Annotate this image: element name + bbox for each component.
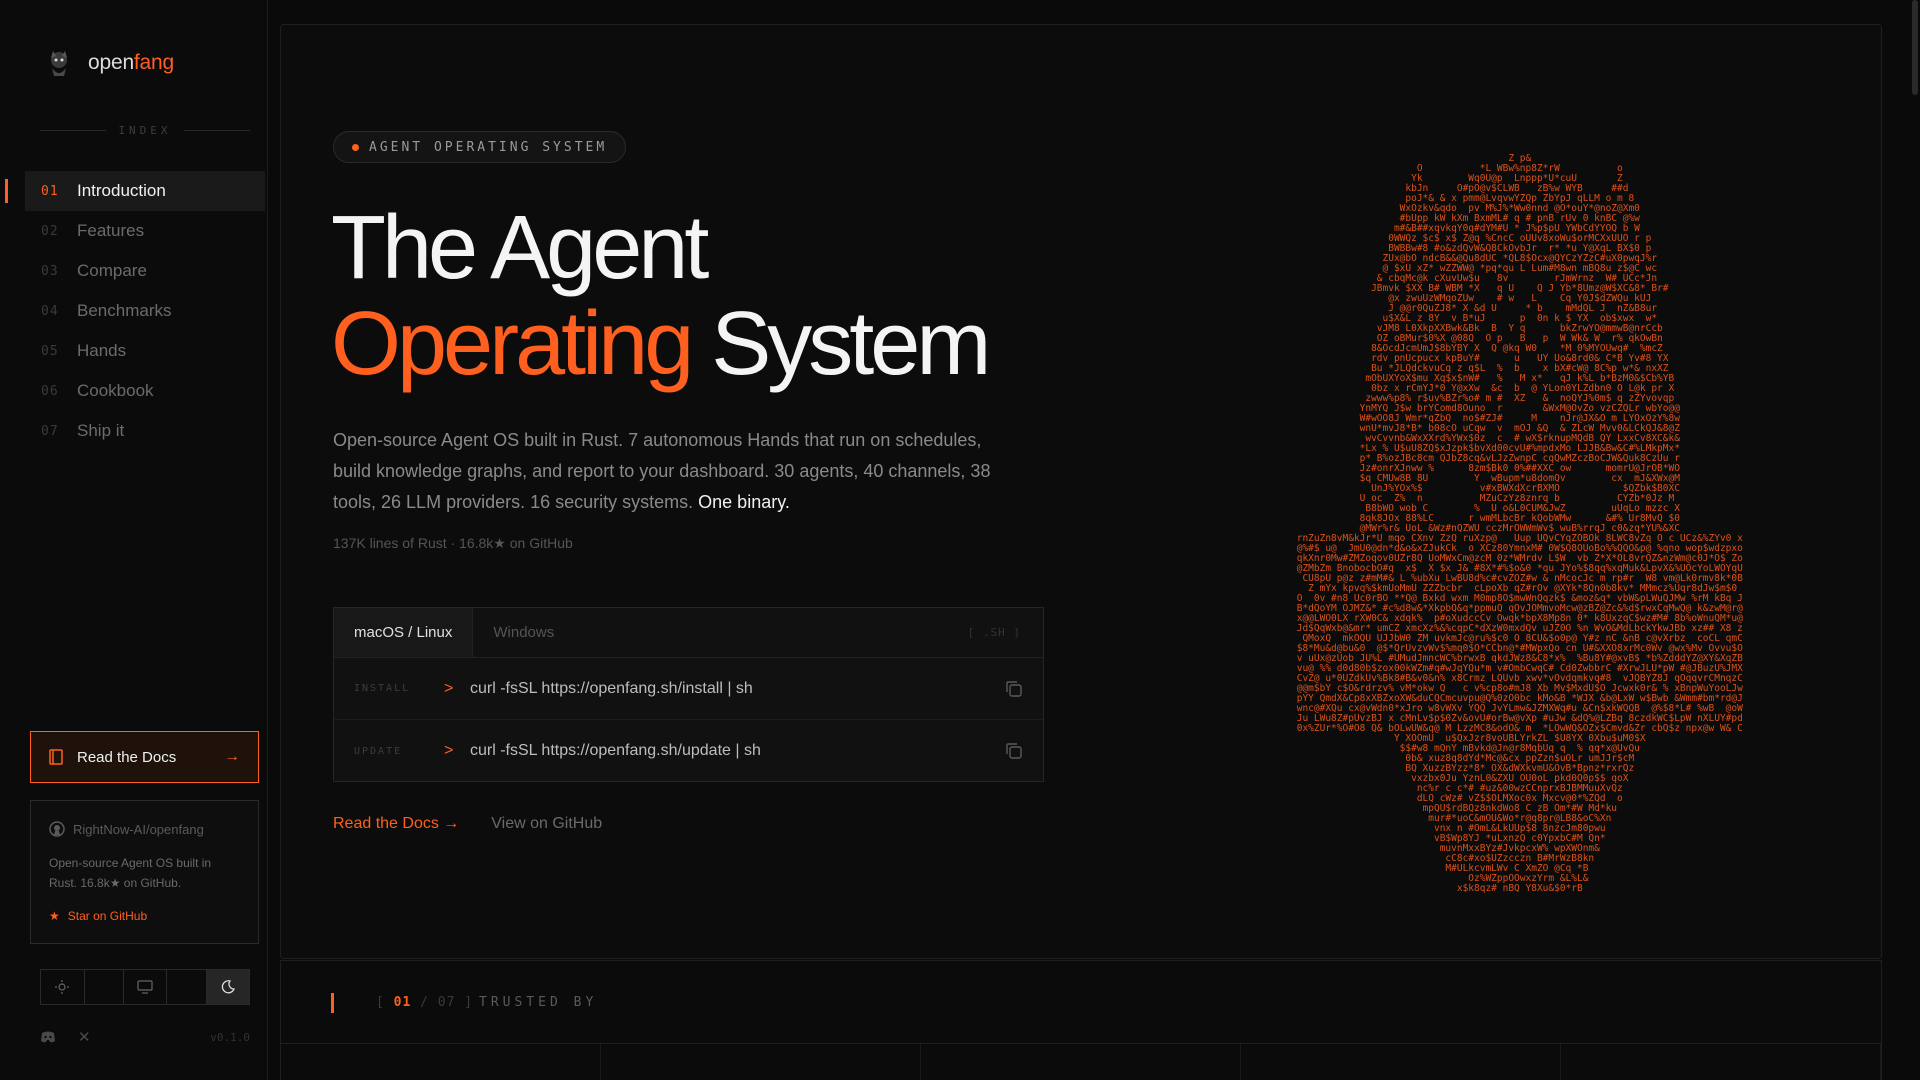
nav-num: 07 <box>41 423 59 439</box>
read-docs-button[interactable]: Read the Docs → <box>30 731 259 783</box>
nav-label: Compare <box>77 261 147 280</box>
sidebar-item-compare[interactable]: 03 Compare <box>25 251 265 291</box>
title-accent: Operating <box>331 294 694 394</box>
theme-system-button[interactable] <box>124 970 168 1004</box>
nav-label: Benchmarks <box>77 301 172 320</box>
arrow-right-icon: → <box>224 748 240 765</box>
counter-total: / 07 ] <box>420 995 474 1010</box>
hero-section: AGENT OPERATING SYSTEM The Agent Operati… <box>280 24 1882 959</box>
sidebar-nav: 01 Introduction 02 Features 03 Compare 04 Be… <box>5 171 265 451</box>
theme-spacer <box>167 970 207 1004</box>
read-docs-label: Read the Docs <box>77 748 177 766</box>
brand-name: openfang <box>88 51 174 74</box>
hero-description: Open-source Agent OS built in Rust. 7 au… <box>333 425 1023 518</box>
moon-icon <box>221 980 235 994</box>
badge-dot <box>352 143 359 151</box>
github-repo-name: RightNow-AI/openfang <box>73 821 204 837</box>
counter-open: [ <box>376 995 394 1010</box>
github-icon <box>49 821 65 837</box>
book-icon <box>49 749 63 765</box>
index-separator: INDEX <box>40 124 250 137</box>
section-marker <box>331 993 334 1013</box>
sidebar-item-benchmarks[interactable]: 04 Benchmarks <box>25 291 265 331</box>
shell-label: [ .SH ] <box>967 626 1021 639</box>
trusted-by-section: [ 01 / 07 ] TRUSTED BY <box>280 960 1882 1080</box>
nav-label: Introduction <box>77 181 166 200</box>
nav-num: 04 <box>41 303 59 319</box>
sidebar-item-features[interactable]: 02 Features <box>25 211 265 251</box>
hero-links: Read the Docs → View on GitHub <box>333 815 602 833</box>
nav-label: Hands <box>77 341 127 360</box>
sidebar-item-ship-it[interactable]: 07 Ship it <box>25 411 265 451</box>
update-command[interactable]: curl -fsSL https://openfang.sh/update | … <box>470 742 1005 760</box>
title-line-1: The Agent <box>331 198 709 298</box>
section-label: TRUSTED BY <box>479 995 598 1010</box>
section-counter: [ 01 / 07 ] <box>376 995 473 1010</box>
prompt-glyph: > <box>444 679 454 697</box>
nav-num: 02 <box>41 223 59 239</box>
page-scrollbar[interactable] <box>1910 0 1920 1080</box>
sidebar-footer: ✕ v0.1.0 <box>40 1028 250 1046</box>
monitor-icon <box>137 980 153 994</box>
github-description: Open-source Agent OS built in Rust. 16.8… <box>49 856 212 890</box>
wolf-logo-icon <box>51 51 67 76</box>
copy-icon[interactable] <box>1005 742 1023 760</box>
nav-num: 03 <box>41 263 59 279</box>
index-label: INDEX <box>118 124 172 137</box>
x-icon[interactable]: ✕ <box>78 1028 91 1046</box>
counter-current: 01 <box>393 995 412 1010</box>
sidebar-item-introduction[interactable]: 01 Introduction <box>5 171 265 211</box>
badge-label: AGENT OPERATING SYSTEM <box>369 139 608 155</box>
nav-label: Features <box>77 221 145 240</box>
nav-label: Cookbook <box>77 381 154 400</box>
version-label: v0.1.0 <box>210 1030 250 1044</box>
row-label: UPDATE <box>354 745 403 757</box>
github-repo-link[interactable]: RightNow-AI/openfang <box>49 821 240 837</box>
theme-spacer <box>85 970 124 1004</box>
star-icon: ★ <box>49 909 60 923</box>
install-terminal: macOS / Linux Windows [ .SH ] INSTALL > … <box>333 607 1044 782</box>
tab-windows[interactable]: Windows <box>473 608 574 657</box>
prompt-glyph: > <box>444 742 454 759</box>
theme-dark-button[interactable] <box>206 970 249 1004</box>
install-command[interactable]: curl -fsSL https://openfang.sh/install |… <box>470 680 1005 698</box>
github-card: RightNow-AI/openfang Open-source Agent O… <box>30 800 259 944</box>
hero-title: The Agent Operating System <box>331 198 991 394</box>
sidebar: openfang INDEX 01 Introduction 02 Features… <box>0 0 268 1080</box>
row-label: INSTALL <box>354 683 411 694</box>
brand[interactable]: openfang <box>44 48 174 78</box>
theme-light-button[interactable] <box>41 970 85 1004</box>
wolf-ascii-art: Z p& O *L WBw%np8Z*rW o Yk Wq0U@p Lnppp*… <box>1291 153 1749 911</box>
sun-icon <box>55 980 70 994</box>
terminal-row-update: UPDATE > curl -fsSL https://openfang.sh/… <box>334 720 1043 782</box>
sidebar-item-hands[interactable]: 05 Hands <box>25 331 265 371</box>
nav-num: 01 <box>41 183 59 199</box>
description-text: Open-source Agent OS built in Rust. 7 au… <box>333 430 991 512</box>
star-label: Star on GitHub <box>67 909 148 923</box>
view-github-link[interactable]: View on GitHub <box>491 815 602 833</box>
nav-label: Ship it <box>77 421 125 440</box>
terminal-tabs: macOS / Linux Windows [ .SH ] <box>334 608 1043 658</box>
read-docs-link[interactable]: Read the Docs → <box>333 815 459 833</box>
ascii-line <box>1291 903 1749 911</box>
description-highlight: One binary. <box>698 492 790 512</box>
theme-toggle <box>40 969 250 1005</box>
copy-icon[interactable] <box>1005 680 1023 698</box>
nav-num: 05 <box>41 343 59 359</box>
terminal-row-install: INSTALL > curl -fsSL https://openfang.sh… <box>334 658 1043 720</box>
tab-macos-linux[interactable]: macOS / Linux <box>334 608 474 657</box>
hero-badge: AGENT OPERATING SYSTEM <box>333 131 627 163</box>
discord-icon[interactable] <box>40 1031 56 1043</box>
star-on-github-button[interactable]: ★ Star on GitHub <box>49 909 240 923</box>
scrollbar-thumb[interactable] <box>1912 0 1918 95</box>
sidebar-item-cookbook[interactable]: 06 Cookbook <box>25 371 265 411</box>
hero-meta: 137K lines of Rust · 16.8k★ on GitHub <box>333 535 573 551</box>
logo-grid <box>281 1043 1881 1080</box>
title-rest: System <box>690 294 991 394</box>
nav-num: 06 <box>41 383 59 399</box>
